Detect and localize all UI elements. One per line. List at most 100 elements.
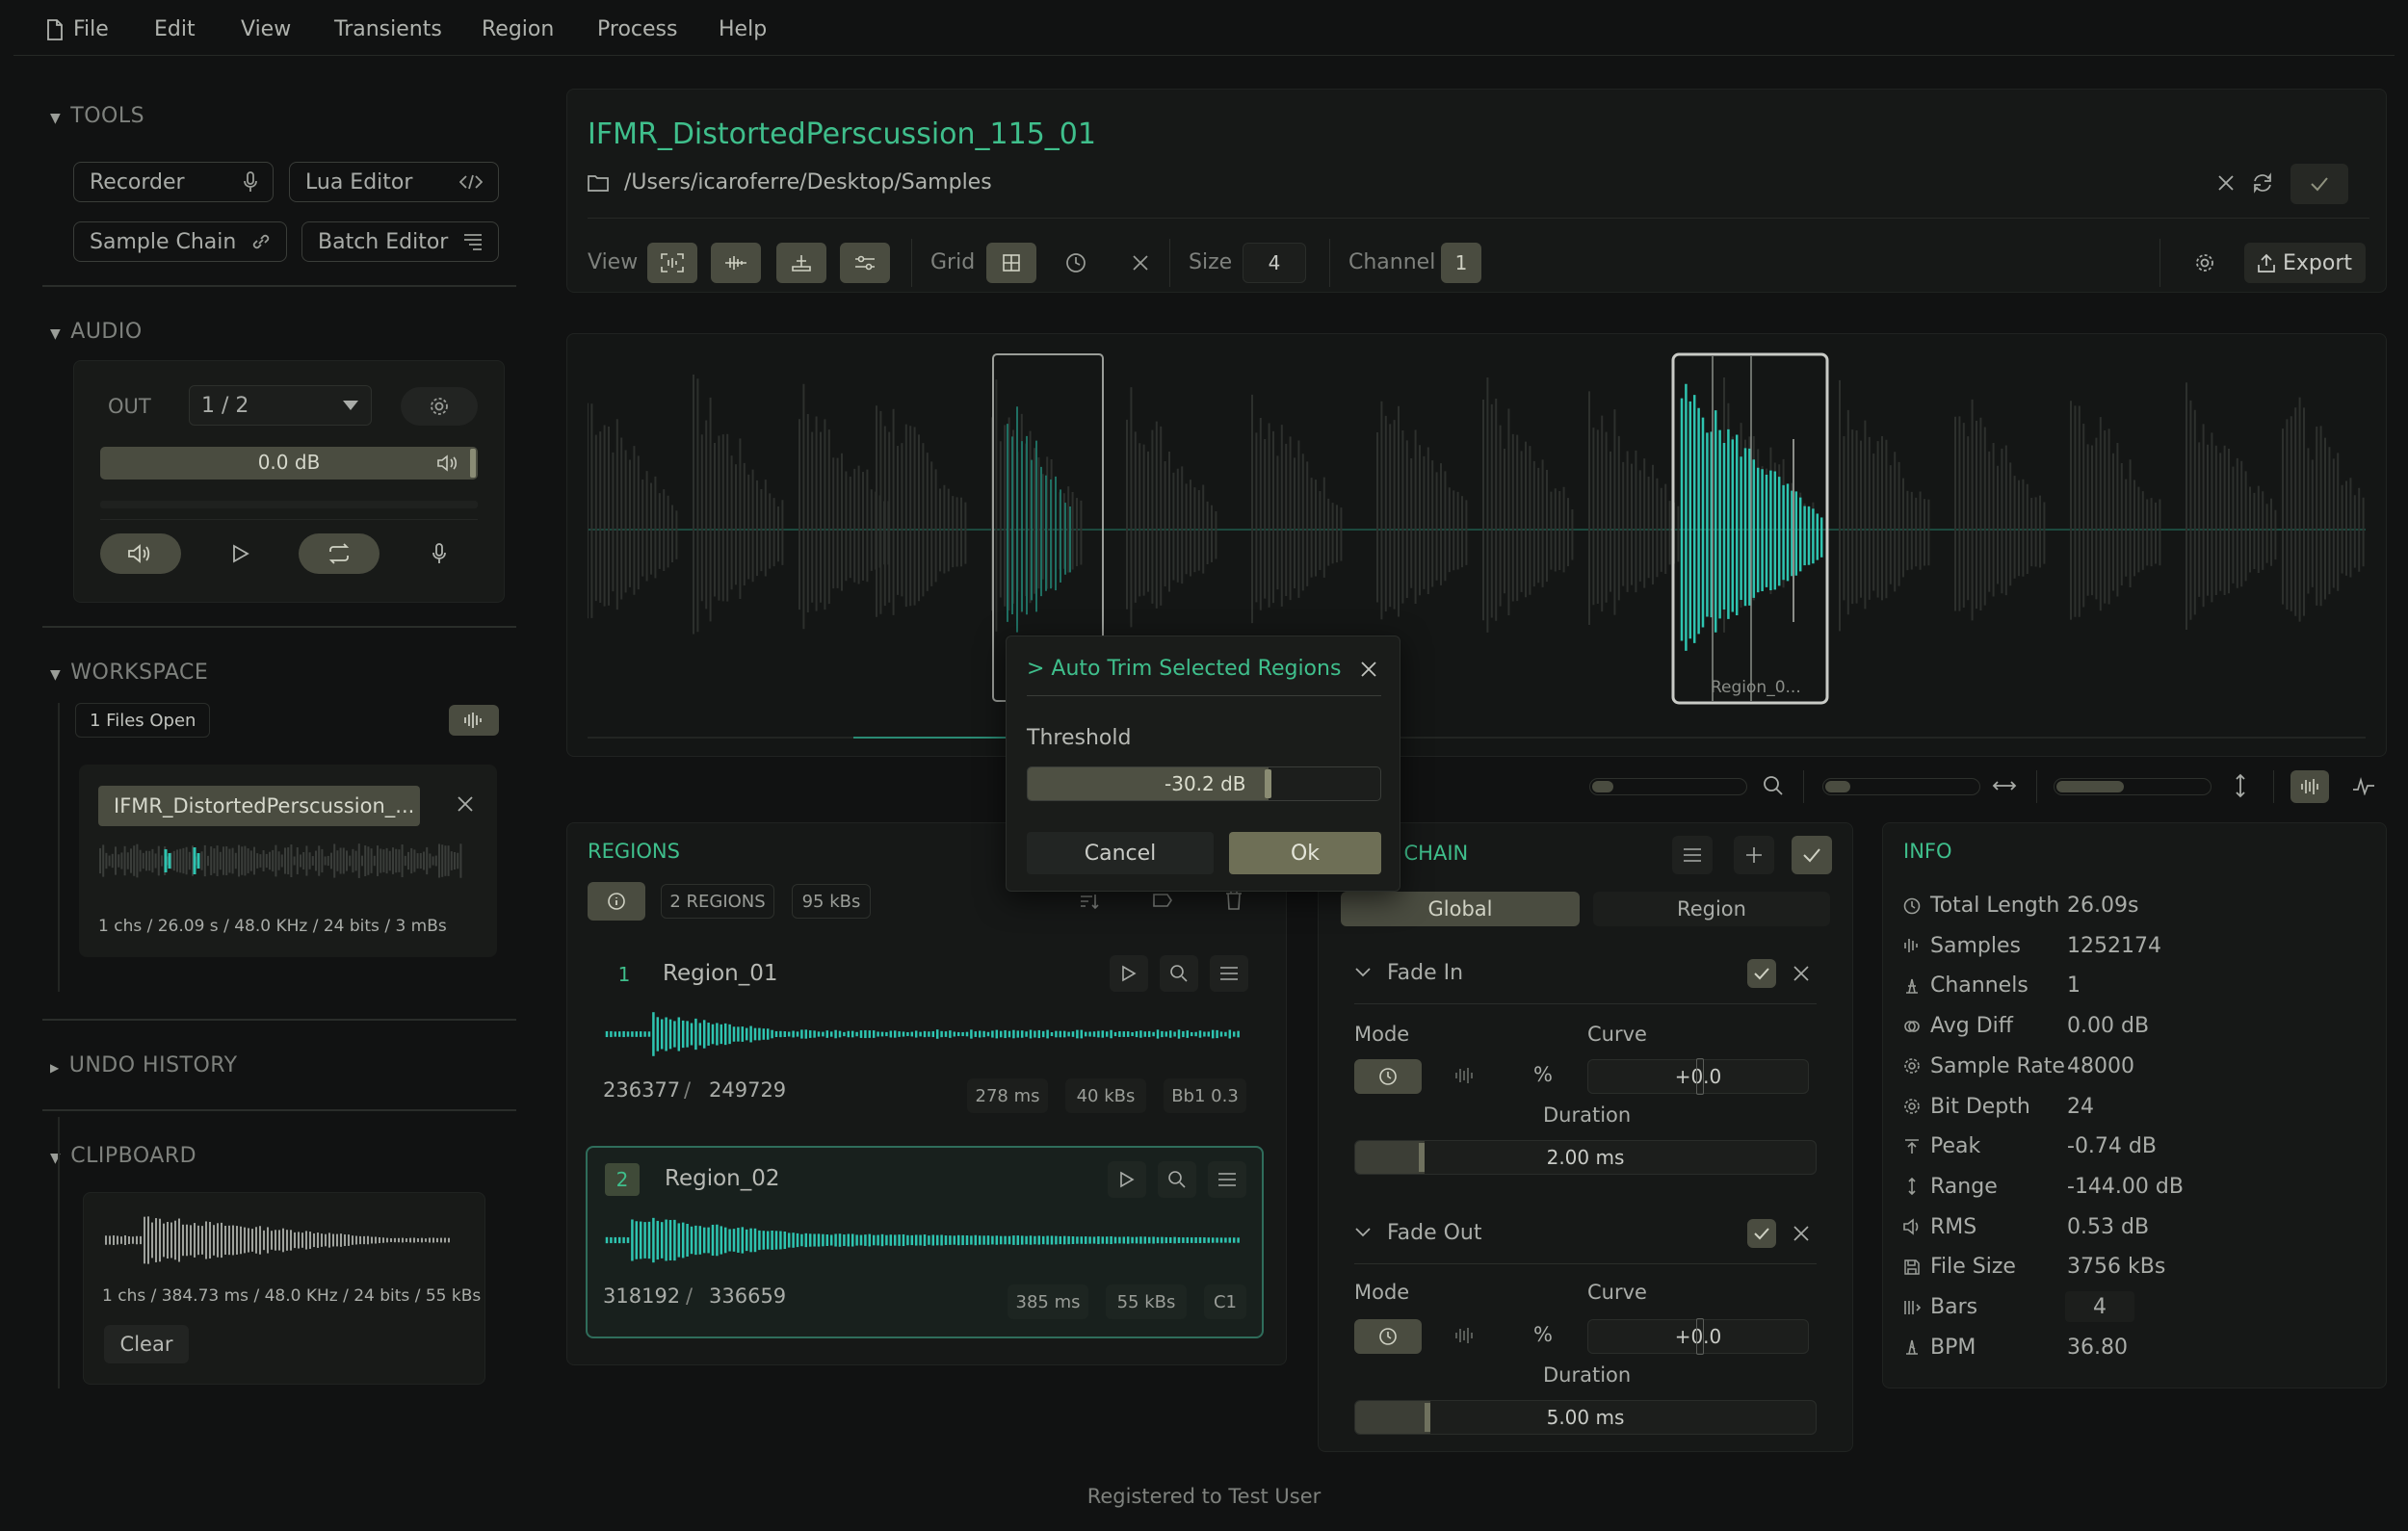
record-button[interactable]	[399, 533, 480, 574]
envelope-icon[interactable]	[2352, 776, 2375, 795]
reload-icon[interactable]	[2252, 172, 2273, 194]
view-anchor-button[interactable]	[776, 243, 826, 283]
export-button[interactable]: Export	[2244, 243, 2366, 283]
grid-toggle-button[interactable]	[986, 243, 1036, 283]
code-icon	[459, 174, 483, 190]
menu-view[interactable]: View	[241, 17, 291, 41]
channel-selector[interactable]: 1	[1441, 243, 1481, 283]
dialog-cancel-button[interactable]: Cancel	[1027, 832, 1214, 874]
menu-edit[interactable]: Edit	[154, 17, 196, 41]
vertical-zoom-fill[interactable]	[2056, 781, 2124, 792]
size-input[interactable]: 4	[1243, 243, 1306, 283]
menu-region[interactable]: Region	[482, 17, 554, 41]
dialog-title: > Auto Trim Selected Regions	[1027, 657, 1342, 681]
waveform-icon[interactable]	[1454, 1067, 1474, 1084]
play-icon	[1121, 965, 1137, 982]
sort-icon[interactable]	[1079, 892, 1100, 911]
dialog-ok-button[interactable]: Ok	[1229, 832, 1381, 874]
close-icon[interactable]	[2217, 174, 2235, 192]
fade-out-mode-time[interactable]	[1354, 1319, 1422, 1354]
threshold-handle[interactable]	[1265, 769, 1272, 798]
volume-handle[interactable]	[470, 449, 476, 478]
menu-help[interactable]: Help	[719, 17, 767, 41]
lua-editor-button[interactable]: Lua Editor	[289, 162, 499, 202]
bars-input[interactable]: 4	[2065, 1291, 2134, 1322]
region-2-menu-button[interactable]	[1208, 1161, 1246, 1198]
volume-slider[interactable]: 0.0 dB	[100, 447, 478, 480]
close-icon[interactable]	[1360, 661, 1377, 678]
vertical-zoom-slider[interactable]	[2054, 778, 2212, 795]
view-adjust-button[interactable]	[840, 243, 890, 283]
view-fit-button[interactable]	[647, 243, 697, 283]
waveform-view-button[interactable]	[449, 705, 499, 736]
close-icon[interactable]	[1793, 966, 1809, 981]
region-1-menu-button[interactable]	[1210, 955, 1248, 992]
gear-icon[interactable]	[2194, 252, 2215, 273]
workspace-section-header[interactable]: ▼ WORKSPACE	[50, 661, 208, 685]
workspace-file-card[interactable]: IFMR_DistortedPerscussion_... 1 chs / 26…	[79, 765, 497, 957]
file-name-tag[interactable]: IFMR_DistortedPerscussion_...	[98, 786, 420, 826]
tab-global[interactable]: Global	[1341, 892, 1580, 926]
main-waveform[interactable]	[588, 352, 2366, 747]
fade-in-duration-handle[interactable]	[1419, 1143, 1425, 1172]
clock-icon[interactable]	[1065, 252, 1086, 273]
view-split-button[interactable]	[711, 243, 761, 283]
region-1-zoom-button[interactable]	[1160, 955, 1198, 992]
clipboard-section-header[interactable]: ▼ CLIPBOARD	[50, 1144, 196, 1168]
fx-apply-button[interactable]	[1792, 836, 1832, 874]
fx-menu-button[interactable]	[1672, 836, 1713, 874]
horizontal-zoom-slider[interactable]	[1589, 778, 1747, 795]
vertical-arrows-icon[interactable]	[2233, 773, 2248, 798]
region-1-play-button[interactable]	[1110, 955, 1148, 992]
chevron-down-icon[interactable]	[1354, 1227, 1372, 1238]
trash-icon[interactable]	[1225, 890, 1243, 911]
sample-chain-button[interactable]: Sample Chain	[73, 221, 287, 262]
fade-in-mode-time[interactable]	[1354, 1059, 1422, 1094]
fade-out-enable-checkbox[interactable]	[1747, 1219, 1776, 1248]
waveform-icon[interactable]	[1454, 1327, 1474, 1344]
region-2-zoom-button[interactable]	[1158, 1161, 1196, 1198]
fx-add-button[interactable]	[1734, 836, 1774, 874]
tag-icon[interactable]	[1152, 892, 1173, 911]
fade-in-duration-slider[interactable]: 2.00 ms	[1354, 1140, 1817, 1175]
close-icon[interactable]	[1133, 255, 1148, 271]
scroll-handle[interactable]	[1825, 781, 1850, 792]
loop-button[interactable]	[299, 533, 380, 574]
menu-transients[interactable]: Transients	[334, 17, 442, 41]
menu-process[interactable]: Process	[597, 17, 677, 41]
fade-out-duration-handle[interactable]	[1425, 1403, 1430, 1432]
tools-section-header[interactable]: ▼ TOOLS	[50, 104, 144, 128]
scroll-slider[interactable]	[1822, 778, 1980, 795]
confirm-button[interactable]	[2290, 164, 2348, 204]
tab-region[interactable]: Region	[1593, 892, 1830, 926]
recorder-button[interactable]: Recorder	[73, 162, 274, 202]
batch-editor-button[interactable]: Batch Editor	[301, 221, 499, 262]
mute-button[interactable]	[100, 533, 181, 574]
region-2-play-button[interactable]	[1108, 1161, 1146, 1198]
fade-in-duration-label: Duration	[1543, 1103, 1632, 1127]
fade-out-curve-slider[interactable]: +0.0	[1587, 1318, 1809, 1355]
close-icon[interactable]	[1793, 1226, 1809, 1241]
chevron-down-icon[interactable]	[1354, 967, 1372, 978]
audio-settings-button[interactable]	[401, 387, 478, 426]
list-icon	[463, 233, 483, 250]
output-select[interactable]: 1 / 2	[189, 385, 372, 426]
menu-file[interactable]: File	[73, 17, 109, 41]
search-icon[interactable]	[1763, 775, 1784, 796]
fade-out-mode-percent[interactable]: %	[1533, 1323, 1553, 1346]
threshold-slider[interactable]: -30.2 dB	[1027, 766, 1381, 801]
audio-section-header[interactable]: ▼ AUDIO	[50, 320, 143, 344]
zoom-handle[interactable]	[1592, 781, 1613, 792]
fade-in-curve-slider[interactable]: +0.0	[1587, 1058, 1809, 1095]
fade-in-duration-value: 2.00 ms	[1546, 1146, 1625, 1169]
clear-button[interactable]: Clear	[104, 1325, 189, 1363]
play-button[interactable]	[200, 533, 281, 574]
fade-out-duration-slider[interactable]: 5.00 ms	[1354, 1400, 1817, 1435]
regions-info-button[interactable]	[588, 882, 645, 921]
fade-in-mode-percent[interactable]: %	[1533, 1063, 1553, 1086]
undo-history-section-header[interactable]: ▶ UNDO HISTORY	[50, 1053, 238, 1077]
close-icon[interactable]	[457, 795, 474, 813]
horizontal-arrows-icon[interactable]	[1992, 778, 2017, 793]
waveform-mode-button[interactable]	[2290, 770, 2329, 803]
fade-in-enable-checkbox[interactable]	[1747, 959, 1776, 988]
